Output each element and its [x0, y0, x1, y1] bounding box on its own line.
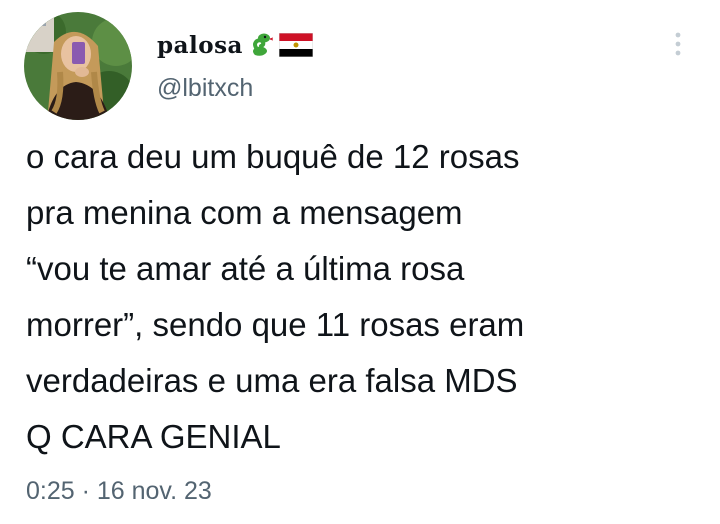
display-name-row: palosa	[157, 27, 314, 63]
display-name[interactable]: palosa	[157, 32, 243, 59]
user-handle[interactable]: @lbitxch	[157, 74, 253, 103]
more-vertical-icon[interactable]	[664, 28, 692, 60]
avatar-photo	[24, 12, 132, 120]
tweet-card: palosa @lbitxch o cara deu um buquê de 1…	[0, 0, 720, 524]
tweet-text: o cara deu um buquê de 12 rosas pra meni…	[26, 138, 525, 455]
tweet-timestamp[interactable]: 0:25 · 16 nov. 23	[26, 477, 212, 506]
snake-emoji-icon	[249, 32, 274, 58]
egypt-flag-icon	[278, 32, 314, 58]
avatar[interactable]	[24, 12, 132, 120]
